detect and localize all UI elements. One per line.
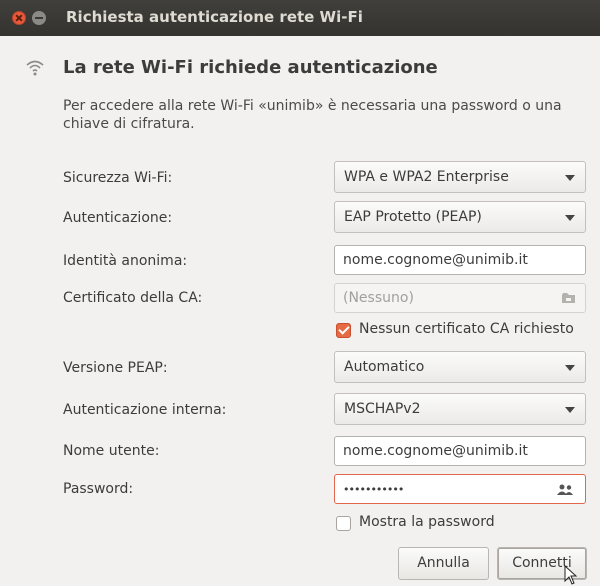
username-value: nome.cognome@unimib.it	[343, 443, 528, 459]
inner-auth-value: MSCHAPv2	[344, 401, 421, 417]
chevron-down-icon	[565, 365, 575, 371]
security-combo[interactable]: WPA e WPA2 Enterprise	[334, 161, 586, 193]
title-bar: Richiesta autenticazione rete Wi-Fi	[0, 0, 600, 36]
password-input[interactable]: •••••••••••	[334, 474, 586, 504]
ca-certificate-value: (Nessuno)	[343, 290, 414, 306]
password-label: Password:	[63, 481, 134, 497]
peap-version-value: Automatico	[344, 359, 425, 375]
description-text: Per accedere alla rete Wi-Fi «unimib» è …	[63, 98, 562, 132]
security-label: Sicurezza Wi-Fi:	[63, 170, 173, 186]
anonymous-identity-label: Identità anonima:	[63, 253, 188, 269]
cursor-icon	[564, 565, 578, 585]
ca-certificate-label: Certificato della CA:	[63, 290, 203, 306]
no-ca-checkbox[interactable]	[336, 323, 351, 338]
anonymous-identity-value: nome.cognome@unimib.it	[343, 252, 528, 268]
file-chooser-icon	[562, 293, 575, 303]
chevron-down-icon	[565, 175, 575, 181]
wifi-icon	[26, 60, 44, 76]
show-password-checkbox[interactable]	[336, 516, 351, 531]
cancel-button[interactable]: Annulla	[398, 547, 489, 580]
auth-label: Autenticazione:	[63, 210, 173, 226]
close-icon[interactable]	[12, 11, 26, 25]
window-title: Richiesta autenticazione rete Wi-Fi	[66, 8, 363, 26]
user-icon[interactable]	[557, 484, 575, 496]
minimize-icon[interactable]	[32, 11, 46, 25]
peap-version-label: Versione PEAP:	[63, 360, 168, 376]
chevron-down-icon	[565, 407, 575, 413]
ca-certificate-chooser[interactable]: (Nessuno)	[334, 283, 586, 313]
password-value: •••••••••••	[343, 483, 404, 496]
inner-auth-label: Autenticazione interna:	[63, 402, 227, 418]
auth-combo-value: EAP Protetto (PEAP)	[344, 209, 482, 225]
peap-version-combo[interactable]: Automatico	[334, 351, 586, 383]
inner-auth-combo[interactable]: MSCHAPv2	[334, 393, 586, 425]
auth-combo[interactable]: EAP Protetto (PEAP)	[334, 201, 586, 233]
username-input[interactable]: nome.cognome@unimib.it	[334, 436, 586, 466]
username-label: Nome utente:	[63, 443, 160, 459]
no-ca-label: Nessun certificato CA richiesto	[359, 321, 574, 337]
page-title: La rete Wi-Fi richiede autenticazione	[63, 57, 438, 78]
security-combo-value: WPA e WPA2 Enterprise	[344, 169, 509, 185]
anonymous-identity-input[interactable]: nome.cognome@unimib.it	[334, 245, 586, 275]
show-password-label: Mostra la password	[359, 514, 495, 530]
chevron-down-icon	[565, 215, 575, 221]
